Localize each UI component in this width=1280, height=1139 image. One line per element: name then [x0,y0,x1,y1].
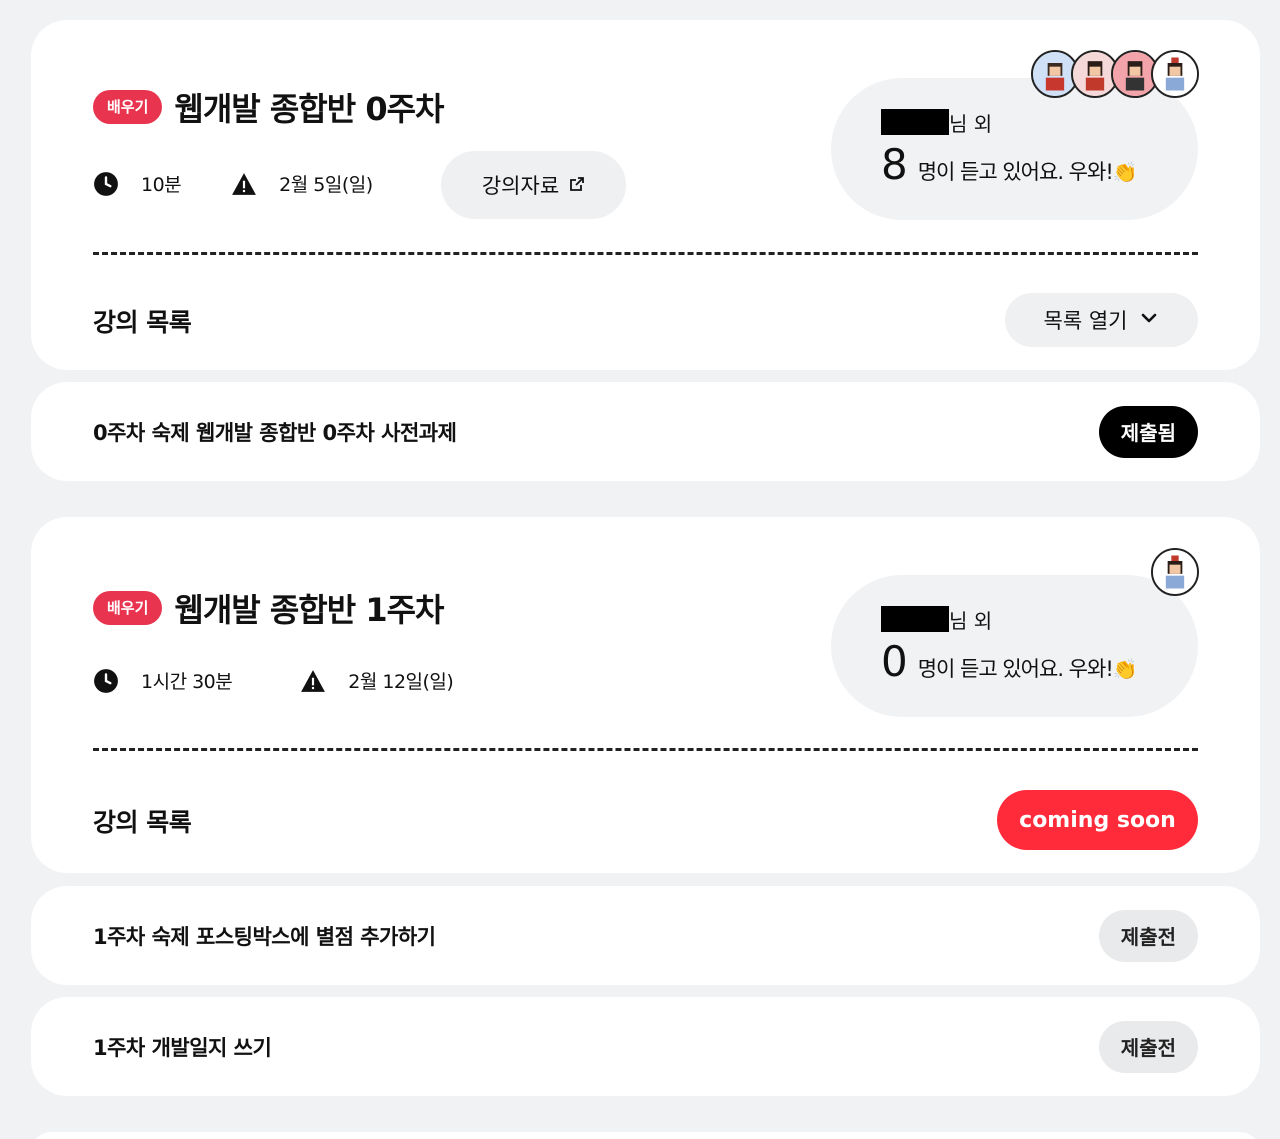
week-meta: 10분 2월 5일(일) [93,170,373,197]
homework-row: 1주차 숙제 포스팅박스에 별점 추가하기 제출전 [31,886,1260,985]
listener-count: 0 [881,637,908,686]
avatar [1151,548,1199,596]
homework-title: 0주차 숙제 웹개발 종합반 0주차 사전과제 [93,420,457,445]
divider [93,252,1198,255]
open-list-label: 목록 열기 [1043,309,1128,333]
week-card-0: 배우기 웹개발 종합반 0주차 10분 2월 5일(일) 강의자료 님 외 8 … [31,20,1260,370]
learn-badge: 배우기 [93,591,163,625]
clock-icon [93,668,119,694]
redacted-name [881,109,949,135]
next-week-card [31,1132,1260,1139]
coming-soon-button[interactable]: coming soon [997,790,1198,850]
listener-text: 명이 듣고 있어요. 우와! [917,160,1114,184]
listener-suffix: 님 외 [949,608,993,633]
clock-icon [93,171,119,197]
duration-text: 10분 [141,174,182,196]
clap-icon: 👏 [1112,160,1138,184]
homework-row: 0주차 숙제 웹개발 종합반 0주차 사전과제 제출됨 [31,382,1260,481]
due-date-text: 2월 5일(일) [279,174,373,196]
homework-row: 1주차 개발일지 쓰기 제출전 [31,997,1260,1096]
submission-status-button[interactable]: 제출전 [1098,909,1198,962]
lecture-list-label: 강의 목록 [93,308,192,337]
week-title: 웹개발 종합반 0주차 [174,90,444,128]
divider [93,748,1198,751]
homework-title: 1주차 숙제 포스팅박스에 별점 추가하기 [93,924,436,949]
due-date-text: 2월 12일(일) [348,671,454,693]
listener-box: 님 외 0 명이 듣고 있어요. 우와! 👏 [831,575,1198,717]
listener-suffix: 님 외 [949,111,993,136]
week-title-row: 배우기 웹개발 종합반 1주차 [93,585,444,631]
warning-icon [300,668,326,694]
warning-icon [231,171,257,197]
listener-text: 명이 듣고 있어요. 우와! [917,657,1114,681]
avatar [1151,50,1199,98]
listener-count: 8 [881,140,908,189]
week-card-1: 배우기 웹개발 종합반 1주차 1시간 30분 2월 12일(일) 님 외 0 … [31,517,1260,873]
redacted-name [881,606,949,632]
external-link-icon [559,173,585,197]
open-list-button[interactable]: 목록 열기 [1005,293,1198,347]
lecture-list-label: 강의 목록 [93,808,192,837]
submission-status-button[interactable]: 제출전 [1098,1020,1198,1073]
listener-avatars [1031,50,1199,98]
listener-box: 님 외 8 명이 듣고 있어요. 우와! 👏 [831,78,1198,220]
lecture-material-button[interactable]: 강의자료 [441,151,626,219]
submission-status-button[interactable]: 제출됨 [1098,405,1198,458]
clap-icon: 👏 [1112,657,1138,681]
listener-avatars [1151,548,1199,596]
learn-badge: 배우기 [93,90,163,124]
lecture-material-label: 강의자료 [481,174,560,198]
duration-text: 1시간 30분 [141,671,233,693]
chevron-down-icon [1127,308,1159,333]
week-title: 웹개발 종합반 1주차 [174,591,444,629]
week-meta: 1시간 30분 2월 12일(일) [93,667,454,694]
week-title-row: 배우기 웹개발 종합반 0주차 [93,84,444,130]
homework-title: 1주차 개발일지 쓰기 [93,1035,272,1060]
